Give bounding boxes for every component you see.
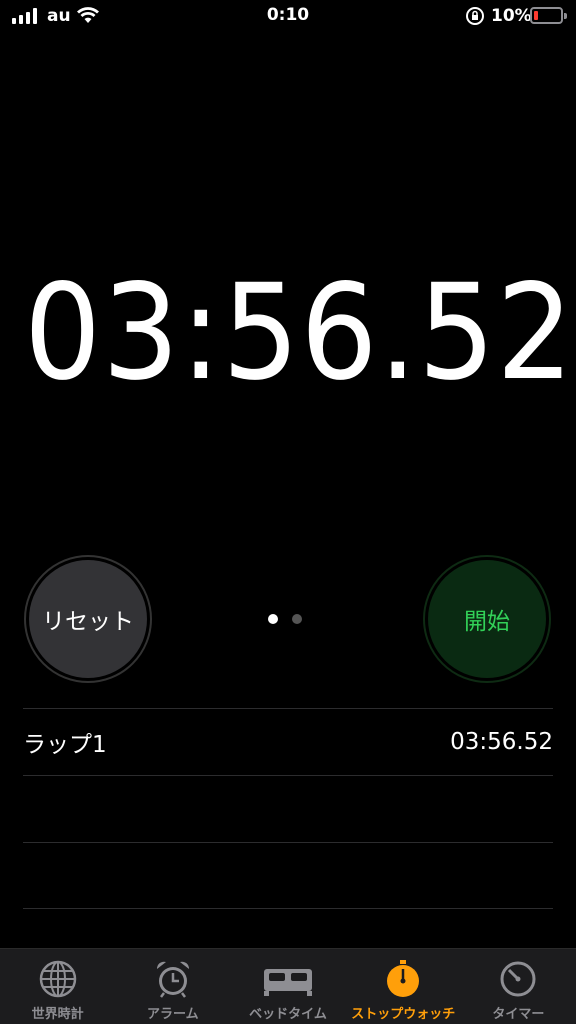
reset-button-label: リセット [29,560,147,678]
lap-row-empty [23,842,553,909]
lap-row-empty [23,775,553,842]
battery-percent: 10% [491,6,532,26]
tab-bar: 世界時計 アラーム ベッドタイム ストップウォッチ タイマー [0,948,576,1024]
lap-label: ラップ1 [23,732,107,758]
tab-label: 世界時計 [31,1007,84,1022]
lap-time: 03:56.52 [450,729,553,755]
tab-alarm[interactable]: アラーム [115,949,230,1024]
elapsed-time-display: 03:56.52 [0,256,576,410]
status-bar: au 0:10 10% [0,0,576,34]
reset-button[interactable]: リセット [24,555,152,683]
globe-icon [39,960,76,998]
tab-timer[interactable]: タイマー [461,949,576,1024]
lap-list: ラップ1 03:56.52 [23,708,553,909]
tab-label: ベッドタイム [249,1007,327,1022]
lap-row: ラップ1 03:56.52 [23,708,553,775]
tab-label: タイマー [492,1007,545,1022]
status-time: 0:10 [266,5,310,25]
page-indicator[interactable] [268,614,302,624]
bed-icon [264,969,312,996]
elapsed-time-text: 03:56.52 [23,256,575,410]
alarm-clock-icon [156,961,189,998]
start-button[interactable]: 開始 [423,555,551,683]
tab-bedtime[interactable]: ベッドタイム [230,949,345,1024]
rotation-lock-icon [466,7,484,25]
tab-label: ストップウォッチ [351,1007,456,1022]
stopwatch-screen: au 0:10 10% 03:56.52 リセット 開始 ラップ1 03:56.… [0,0,576,1024]
tab-stopwatch[interactable]: ストップウォッチ [346,949,461,1024]
tab-label: アラーム [146,1007,199,1022]
timer-icon [500,961,536,997]
start-button-label: 開始 [428,560,546,678]
battery-icon [530,7,567,24]
stopwatch-icon [387,960,420,997]
tab-world-clock[interactable]: 世界時計 [0,949,115,1024]
page-dot-active [268,614,278,624]
page-dot-inactive [292,614,302,624]
